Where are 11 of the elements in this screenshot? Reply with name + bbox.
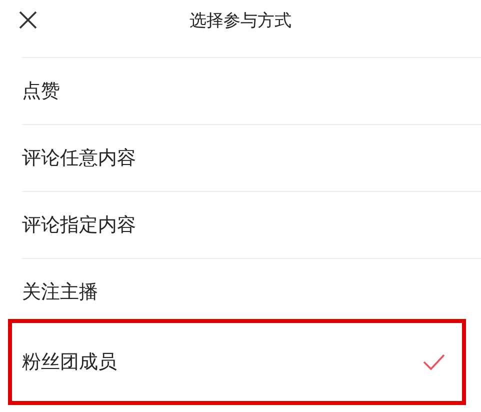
option-label[interactable]: 评论任意内容	[22, 145, 136, 171]
sheet-title: 选择参与方式	[190, 10, 292, 32]
option-label[interactable]: 评论指定内容	[22, 212, 136, 238]
option-label[interactable]: 粉丝团成员	[22, 349, 117, 375]
close-icon[interactable]	[18, 10, 38, 30]
option-label[interactable]: 关注主播	[22, 279, 98, 305]
option-row[interactable]: 关注主播	[22, 258, 481, 325]
option-row[interactable]: 点赞	[22, 57, 481, 124]
option-label[interactable]: 点赞	[22, 78, 60, 104]
option-row[interactable]: 评论指定内容	[22, 191, 481, 258]
option-row[interactable]: 评论任意内容	[22, 124, 481, 191]
